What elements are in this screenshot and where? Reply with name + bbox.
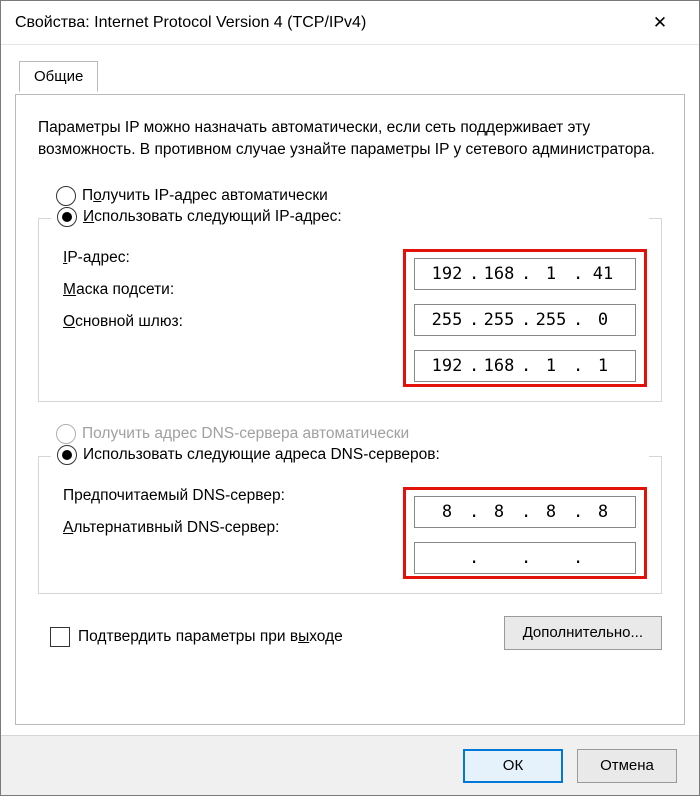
subnet-mask-label: Маска подсети: — [63, 281, 174, 299]
alt-dns-input[interactable]: ... — [414, 542, 636, 574]
ok-button[interactable]: ОК — [463, 749, 563, 783]
alt-dns-label: Альтернативный DNS-сервер: — [63, 519, 279, 537]
radio-ip-auto-row[interactable]: Получить IP-адрес автоматически — [38, 186, 662, 206]
description-text: Параметры IP можно назначать автоматичес… — [38, 117, 662, 162]
radio-dns-auto-row: Получить адрес DNS-сервера автоматически — [38, 424, 662, 444]
dns-highlight: 8.8.8.8 ... — [403, 487, 647, 579]
dns-group: Использовать следующие адреса DNS-сервер… — [38, 456, 662, 594]
ip-group: Использовать следующий IP-адрес: IP-адре… — [38, 218, 662, 402]
dialog-footer: ОК Отмена — [1, 735, 699, 795]
cancel-button[interactable]: Отмена — [577, 749, 677, 783]
pref-dns-label: Предпочитаемый DNS-сервер: — [63, 487, 285, 505]
validate-checkbox-row[interactable]: Подтвердить параметры при выходе — [38, 627, 343, 647]
gateway-label: Основной шлюз: — [63, 313, 183, 331]
checkbox-icon — [50, 627, 70, 647]
advanced-button[interactable]: Дополнительно... — [504, 616, 662, 650]
dns-group-head: Использовать следующие адреса DNS-сервер… — [51, 445, 649, 465]
radio-icon — [57, 207, 77, 227]
ip-address-row: IP-адрес: — [53, 249, 403, 267]
subnet-mask-input[interactable]: 255.255.255.0 — [414, 304, 636, 336]
radio-ip-manual-row[interactable]: Использовать следующий IP-адрес: — [57, 207, 649, 227]
radio-dns-manual-label: Использовать следующие адреса DNS-сервер… — [83, 446, 440, 464]
dialog-window: Свойства: Internet Protocol Version 4 (T… — [0, 0, 700, 796]
radio-icon — [56, 424, 76, 444]
pref-dns-row: Предпочитаемый DNS-сервер: — [53, 487, 403, 505]
pref-dns-input[interactable]: 8.8.8.8 — [414, 496, 636, 528]
radio-dns-manual-row[interactable]: Использовать следующие адреса DNS-сервер… — [57, 445, 649, 465]
validate-label: Подтвердить параметры при выходе — [78, 628, 343, 646]
gateway-input[interactable]: 192.168.1.1 — [414, 350, 636, 382]
radio-ip-manual-label: Использовать следующий IP-адрес: — [83, 208, 342, 226]
ip-address-input[interactable]: 192.168.1.41 — [414, 258, 636, 290]
radio-icon — [56, 186, 76, 206]
radio-icon — [57, 445, 77, 465]
radio-dns-auto-label: Получить адрес DNS-сервера автоматически — [82, 425, 409, 443]
close-icon[interactable]: ✕ — [637, 1, 683, 45]
titlebar: Свойства: Internet Protocol Version 4 (T… — [1, 1, 699, 45]
dns-fields: Предпочитаемый DNS-сервер: Альтернативны… — [53, 471, 647, 579]
gateway-row: Основной шлюз: — [53, 313, 403, 331]
ip-address-label: IP-адрес: — [63, 249, 130, 267]
window-title: Свойства: Internet Protocol Version 4 (T… — [15, 14, 366, 32]
tab-general[interactable]: Общие — [19, 61, 98, 92]
subnet-mask-row: Маска подсети: — [53, 281, 403, 299]
ip-fields: IP-адрес: Маска подсети: Основной шлюз: … — [53, 233, 647, 387]
tab-frame: Общие Параметры IP можно назначать автом… — [15, 61, 685, 725]
radio-ip-auto-label: Получить IP-адрес автоматически — [82, 187, 328, 205]
ip-group-head: Использовать следующий IP-адрес: — [51, 207, 649, 227]
alt-dns-row: Альтернативный DNS-сервер: — [53, 519, 403, 537]
tab-panel: Параметры IP можно назначать автоматичес… — [15, 94, 685, 725]
ip-highlight: 192.168.1.41 255.255.255.0 192.168.1.1 — [403, 249, 647, 387]
content-area: Общие Параметры IP можно назначать автом… — [1, 45, 699, 735]
